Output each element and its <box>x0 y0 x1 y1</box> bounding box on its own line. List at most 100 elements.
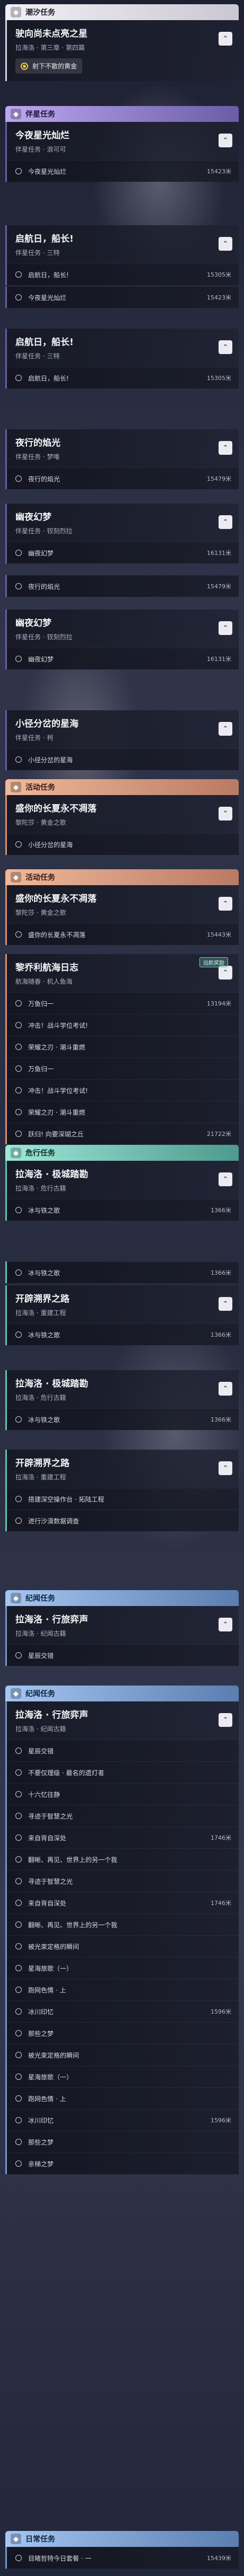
distance-value: 15443米 <box>207 931 231 938</box>
objective-row[interactable]: 跃归! 向要深瑚之丘 21722米 <box>7 1123 239 1144</box>
objective-row[interactable]: 冰与铁之歌 1366米 <box>7 1199 239 1221</box>
quest-card[interactable]: 盛你的长夏永不凋落 黎陀莎 · 黄金之歌 ⌃ 盛你的长夏永不凋落 15443米 <box>5 885 239 945</box>
objective-row[interactable]: 亲梯之梦 <box>7 2152 239 2174</box>
objective-label: 万鱼归一 <box>28 1065 54 1073</box>
objective-row[interactable]: 今夜星光灿烂 15423米 <box>7 286 239 308</box>
objective-row[interactable]: 星海旅歌（一） <box>7 2066 239 2087</box>
objective-row[interactable]: 那些之梦 <box>7 2131 239 2152</box>
quest-card[interactable]: 拉海洛 · 行旅弈声 拉海洛 · 纪闻古籍 ⌃ 星辰交错 不要仅理级 · 最名的遗灯者十… <box>5 1701 239 2174</box>
objective-row[interactable]: 启航日，船长! 15305米 <box>7 367 239 389</box>
tracked-objective[interactable]: 射下不散的黄金 <box>15 58 83 74</box>
group-header-daily[interactable]: ◆ 日常任务 <box>5 2531 239 2547</box>
objective-row[interactable]: 星辰交错 <box>7 1644 239 1666</box>
expand-toggle-icon[interactable]: ⌃ <box>219 1618 232 1631</box>
objective-row[interactable]: 来自背自深处 1746米 <box>7 1892 239 1913</box>
expand-toggle-icon[interactable]: ⌃ <box>219 722 232 736</box>
quest-card[interactable]: 盛你的长夏永不凋落 黎陀莎 · 黄金之歌 ⌃ 小径分岔的星海 <box>5 795 239 855</box>
objective-row[interactable]: 荣耀之刃 · 潮斗重燃 <box>7 1101 239 1123</box>
group-header-tide[interactable]: ◆ 潮汐任务 <box>5 4 239 20</box>
objective-row[interactable]: 星海旅歌（一） <box>7 1957 239 1979</box>
expand-toggle-icon[interactable]: ⌃ <box>219 134 232 147</box>
objective-row[interactable]: 寻迹于智慧之光 <box>7 1805 239 1827</box>
objective-row[interactable]: 冲击！战斗学位考试! <box>7 1014 239 1036</box>
objective-row[interactable]: 冰与铁之歌 1366米 <box>7 1324 239 1345</box>
tide-quest-card[interactable]: 驶向尚未点亮之星 拉海洛 · 第三章 · 第四篇 ⌃ 射下不散的黄金 <box>5 20 239 81</box>
objective-row[interactable]: 冰川印忆 1596米 <box>7 2000 239 2022</box>
quest-card[interactable]: 冰与铁之歌 1366米 <box>5 1261 239 1283</box>
expand-toggle-icon[interactable]: ⌃ <box>219 621 232 635</box>
objective-row[interactable]: 搭建深空操作台 · 拓陆工程 <box>7 1488 239 1510</box>
objective-row[interactable]: 十六忆往静 <box>7 1783 239 1805</box>
expand-toggle-icon[interactable]: ⌃ <box>219 515 232 529</box>
quest-card[interactable]: 拉海洛 · 极城踏勘 拉海洛 · 危行古籍 ⌃ 冰与铁之歌 1366米 <box>5 1370 239 1430</box>
objective-row[interactable]: 来自背自深处 1746米 <box>7 1827 239 1848</box>
group-header-event[interactable]: ◆ 活动任务 <box>5 869 239 885</box>
objective-row[interactable]: 盛你的长夏永不凋落 15443米 <box>7 923 239 945</box>
objective-row[interactable]: 冰川印忆 1596米 <box>7 2109 239 2131</box>
quest-card[interactable]: 今夜星光灿烂 15423米 <box>5 286 239 308</box>
quest-card[interactable]: 黎乔利航海日志 航海随春 · 机人鱼海 ⌃ 远航奖励 万鱼归一 13194米 冲击！战斗学位… <box>5 954 239 1144</box>
quest-card[interactable]: 今夜星光灿烂 伴星任务 · 浪可可 ⌃ 今夜星光灿烂 15423米 <box>5 122 239 182</box>
objective-row[interactable]: 冰与铁之歌 1366米 <box>7 1408 239 1430</box>
objective-label: 星辰交错 <box>28 1747 54 1755</box>
expand-toggle-icon[interactable]: ⌃ <box>219 1713 232 1727</box>
expand-toggle-icon[interactable]: ⌃ <box>219 807 232 821</box>
expand-toggle-icon[interactable]: ⌃ <box>219 1172 232 1186</box>
expand-toggle-icon[interactable]: ⌃ <box>219 32 232 46</box>
objective-circle-icon <box>15 2139 22 2145</box>
expand-toggle-icon[interactable]: ⌃ <box>219 237 232 251</box>
objective-row[interactable]: 幽夜幻梦 16131米 <box>7 648 239 669</box>
companion-icon: ◆ <box>11 109 21 119</box>
objective-row[interactable]: 今夜星光灿烂 15423米 <box>7 160 239 182</box>
quest-card[interactable]: 启航日，船长! 伴星任务 · 三特 ⌃ 启航日，船长! 15305米 <box>5 225 239 285</box>
quest-card[interactable]: 幽夜幻梦 伴星任务 · 钗刻烈拉 ⌃ 幽夜幻梦 16131米 <box>5 504 239 563</box>
expand-toggle-icon[interactable]: ⌃ <box>219 1382 232 1396</box>
group-header-chronicle[interactable]: ◆ 纪闻任务 <box>5 1590 239 1606</box>
objective-circle-icon <box>15 1943 22 1949</box>
daily-quest-card[interactable]: 目睹哲特今日套餐 · 一 15439米 <box>5 2547 239 2569</box>
expand-toggle-icon[interactable]: ⌃ <box>219 340 232 354</box>
objective-row[interactable]: 万鱼归一 <box>7 1057 239 1079</box>
objective-row[interactable]: 启航日，船长! 15305米 <box>7 263 239 285</box>
quest-card[interactable]: 夜行的焰光 15479米 <box>5 575 239 597</box>
group-header-event[interactable]: ◆ 活动任务 <box>5 779 239 795</box>
objective-row[interactable]: 万鱼归一 13194米 <box>7 992 239 1014</box>
objective-row[interactable]: 目睹哲特今日套餐 · 一 15439米 <box>7 2547 239 2569</box>
objective-row[interactable]: 夜行的焰光 15479米 <box>7 575 239 597</box>
objective-row[interactable]: 小径分岔的星海 <box>7 748 239 770</box>
group-header-companion[interactable]: ◆ 伴星任务 <box>5 106 239 122</box>
objective-row[interactable]: 幽夜幻梦 16131米 <box>7 542 239 563</box>
objective-row[interactable]: 荣耀之刃 · 潮斗重燃 <box>7 1036 239 1057</box>
group-header-hazard[interactable]: ◆ 危行任务 <box>5 1145 239 1161</box>
quest-card[interactable]: 小径分岔的星海 伴星任务 · 柯 ⌃ 小径分岔的星海 <box>5 710 239 770</box>
objective-row[interactable]: 星辰交错 <box>7 1740 239 1761</box>
expand-toggle-icon[interactable]: ⌃ <box>219 966 232 980</box>
objective-row[interactable]: 被光束定格的瞬间 <box>7 1935 239 1957</box>
objective-row[interactable]: 不要仅理级 · 最名的遗灯者 <box>7 1761 239 1783</box>
quest-card[interactable]: 幽夜幻梦 伴星任务 · 钗刻烈拉 ⌃ 幽夜幻梦 16131米 <box>5 610 239 669</box>
objective-row[interactable]: 冲击！战斗学位考试! <box>7 1079 239 1101</box>
quest-card[interactable]: 开辟溯界之路 拉海洛 · 重建工程 ⌃ 搭建深空操作台 · 拓陆工程 进行沙漠数据调查 <box>5 1450 239 1531</box>
quest-card[interactable]: 拉海洛 · 极城踏勘 拉海洛 · 危行古籍 ⌃ 冰与铁之歌 1366米 <box>5 1161 239 1221</box>
objective-row[interactable]: 小径分岔的星海 <box>7 833 239 855</box>
group-header-chronicle[interactable]: ◆ 纪闻任务 <box>5 1686 239 1701</box>
objective-row[interactable]: 被光束定格的瞬间 <box>7 2044 239 2066</box>
expand-toggle-icon[interactable]: ⌃ <box>219 897 232 911</box>
quest-card[interactable]: 夜行的焰光 伴星任务 · 梦唯 ⌃ 夜行的焰光 15479米 <box>5 429 239 489</box>
objective-row[interactable]: 进行沙漠数据调查 <box>7 1510 239 1531</box>
objective-row[interactable]: 冰与铁之歌 1366米 <box>7 1261 239 1283</box>
objective-row[interactable]: 跑网色情 · 上 <box>7 1979 239 2000</box>
quest-card[interactable]: 拉海洛 · 行旅弈声 拉海洛 · 纪闻古籍 ⌃ 星辰交错 <box>5 1606 239 1666</box>
quest-card[interactable]: 启航日，船长! 伴星任务 · 三特 ⌃ 启航日，船长! 15305米 <box>5 329 239 389</box>
expand-toggle-icon[interactable]: ⌃ <box>219 441 232 455</box>
objective-row[interactable]: 翻晰、再见、世界上的另一个我 <box>7 1913 239 1935</box>
expand-toggle-icon[interactable]: ⌃ <box>219 1297 232 1311</box>
objective-row[interactable]: 寻迹于智慧之光 <box>7 1870 239 1892</box>
objective-row[interactable]: 夜行的焰光 15479米 <box>7 467 239 489</box>
objective-row[interactable]: 翻晰、再见、世界上的另一个我 <box>7 1848 239 1870</box>
objective-row[interactable]: 那些之梦 <box>7 2022 239 2044</box>
expand-toggle-icon[interactable]: ⌃ <box>219 1461 232 1475</box>
objective-row[interactable]: 跑网色情 · 上 <box>7 2087 239 2109</box>
objective-circle-icon <box>15 1652 22 1658</box>
quest-card[interactable]: 开辟溯界之路 拉海洛 · 重建工程 ⌃ 冰与铁之歌 1366米 <box>5 1285 239 1345</box>
